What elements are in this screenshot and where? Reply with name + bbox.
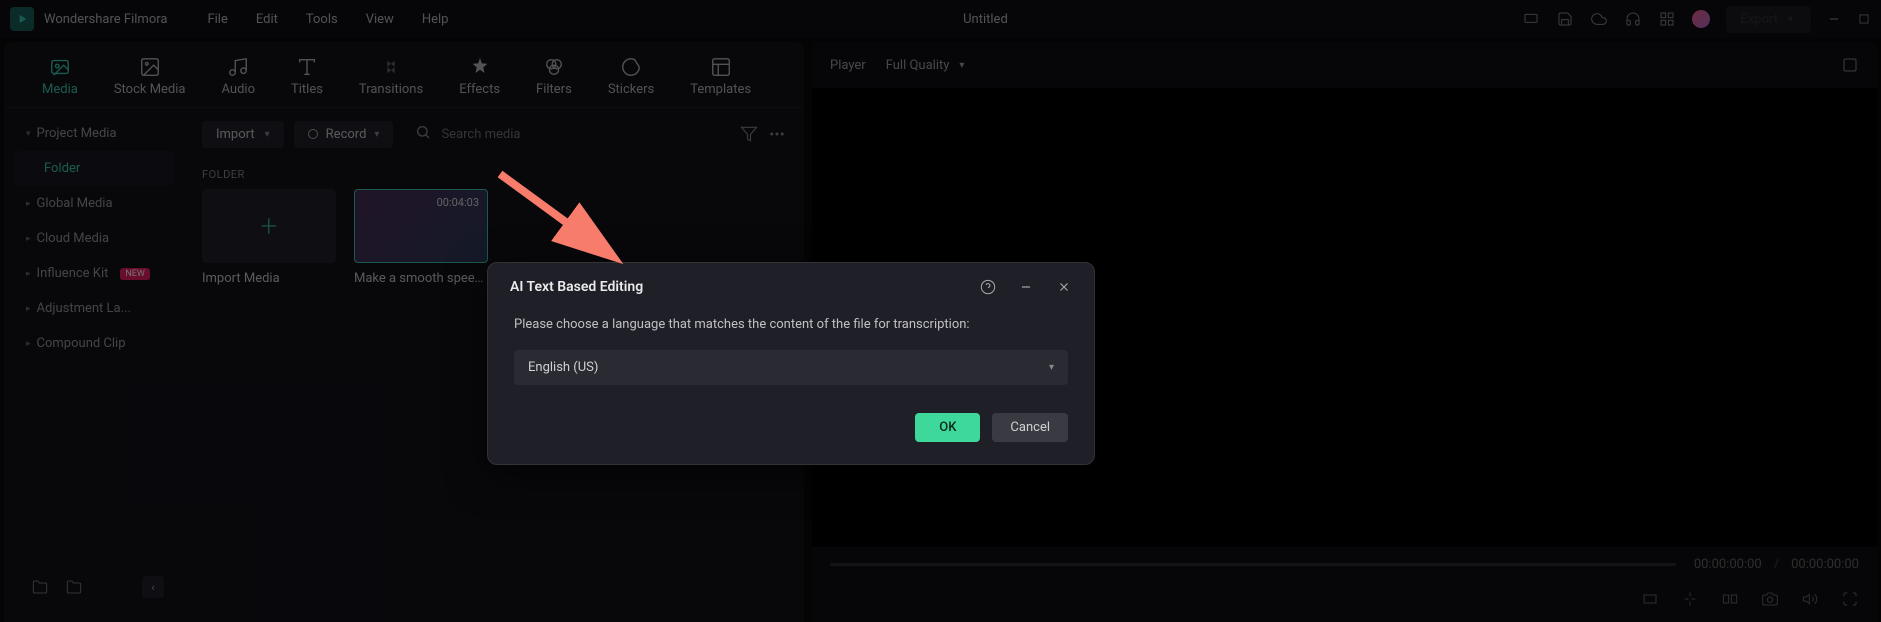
selected-language: English (US) <box>528 360 598 375</box>
modal-header-icons <box>980 279 1072 295</box>
ai-text-editing-modal: AI Text Based Editing Please choose a la… <box>487 262 1095 465</box>
ok-button[interactable]: OK <box>915 413 980 442</box>
help-icon[interactable] <box>980 279 996 295</box>
minimize-icon[interactable] <box>1018 279 1034 295</box>
modal-footer: OK Cancel <box>488 413 1094 464</box>
modal-prompt: Please choose a language that matches th… <box>514 317 1068 332</box>
modal-title: AI Text Based Editing <box>510 279 643 295</box>
cancel-button[interactable]: Cancel <box>992 413 1068 442</box>
close-icon[interactable] <box>1056 279 1072 295</box>
chevron-down-icon: ▾ <box>1049 362 1054 373</box>
modal-body: Please choose a language that matches th… <box>488 311 1094 413</box>
modal-header: AI Text Based Editing <box>488 263 1094 311</box>
language-select[interactable]: English (US) ▾ <box>514 350 1068 385</box>
